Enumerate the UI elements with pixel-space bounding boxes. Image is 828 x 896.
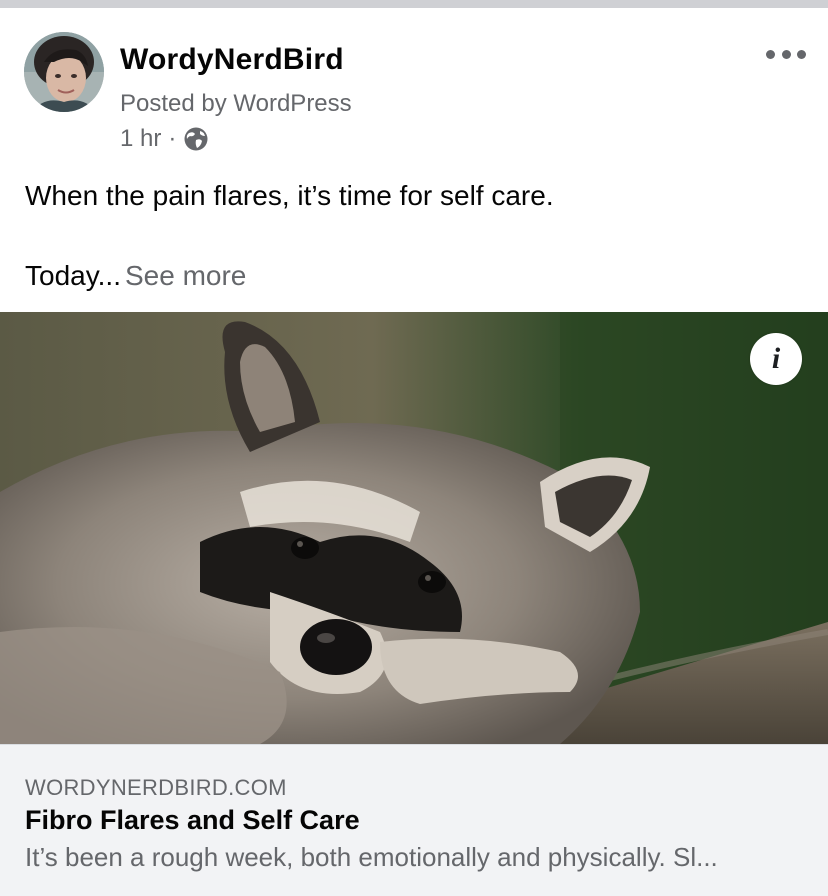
- meta-separator: ·: [168, 125, 177, 152]
- post-text-line1: When the pain flares, it’s time for self…: [25, 180, 554, 211]
- author-name[interactable]: WordyNerdBird: [120, 43, 344, 77]
- see-more-link[interactable]: See more: [125, 260, 246, 291]
- avatar[interactable]: [24, 32, 104, 112]
- link-preview-image[interactable]: [0, 312, 828, 744]
- top-divider: [0, 0, 828, 8]
- post-text-truncated: Today...: [25, 260, 121, 291]
- post-meta: 1 hr ·: [120, 125, 209, 153]
- post-text-line2: Today... See more: [25, 256, 246, 296]
- link-preview-footer[interactable]: WORDYNERDBIRD.COM Fibro Flares and Self …: [0, 744, 828, 896]
- avatar-photo: [24, 32, 104, 112]
- post-header: WordyNerdBird Posted by WordPress 1 hr ·…: [0, 8, 828, 312]
- raccoon-image: [0, 312, 828, 744]
- globe-icon[interactable]: [183, 126, 209, 152]
- link-domain: WORDYNERDBIRD.COM: [25, 775, 287, 800]
- info-icon[interactable]: i: [750, 333, 802, 385]
- link-description: It’s been a rough week, both emotionally…: [25, 842, 718, 872]
- link-title[interactable]: Fibro Flares and Self Care: [25, 805, 360, 836]
- post-time[interactable]: 1 hr: [120, 125, 161, 153]
- posted-by-label: Posted by WordPress: [120, 90, 352, 117]
- more-options-icon[interactable]: [766, 42, 806, 66]
